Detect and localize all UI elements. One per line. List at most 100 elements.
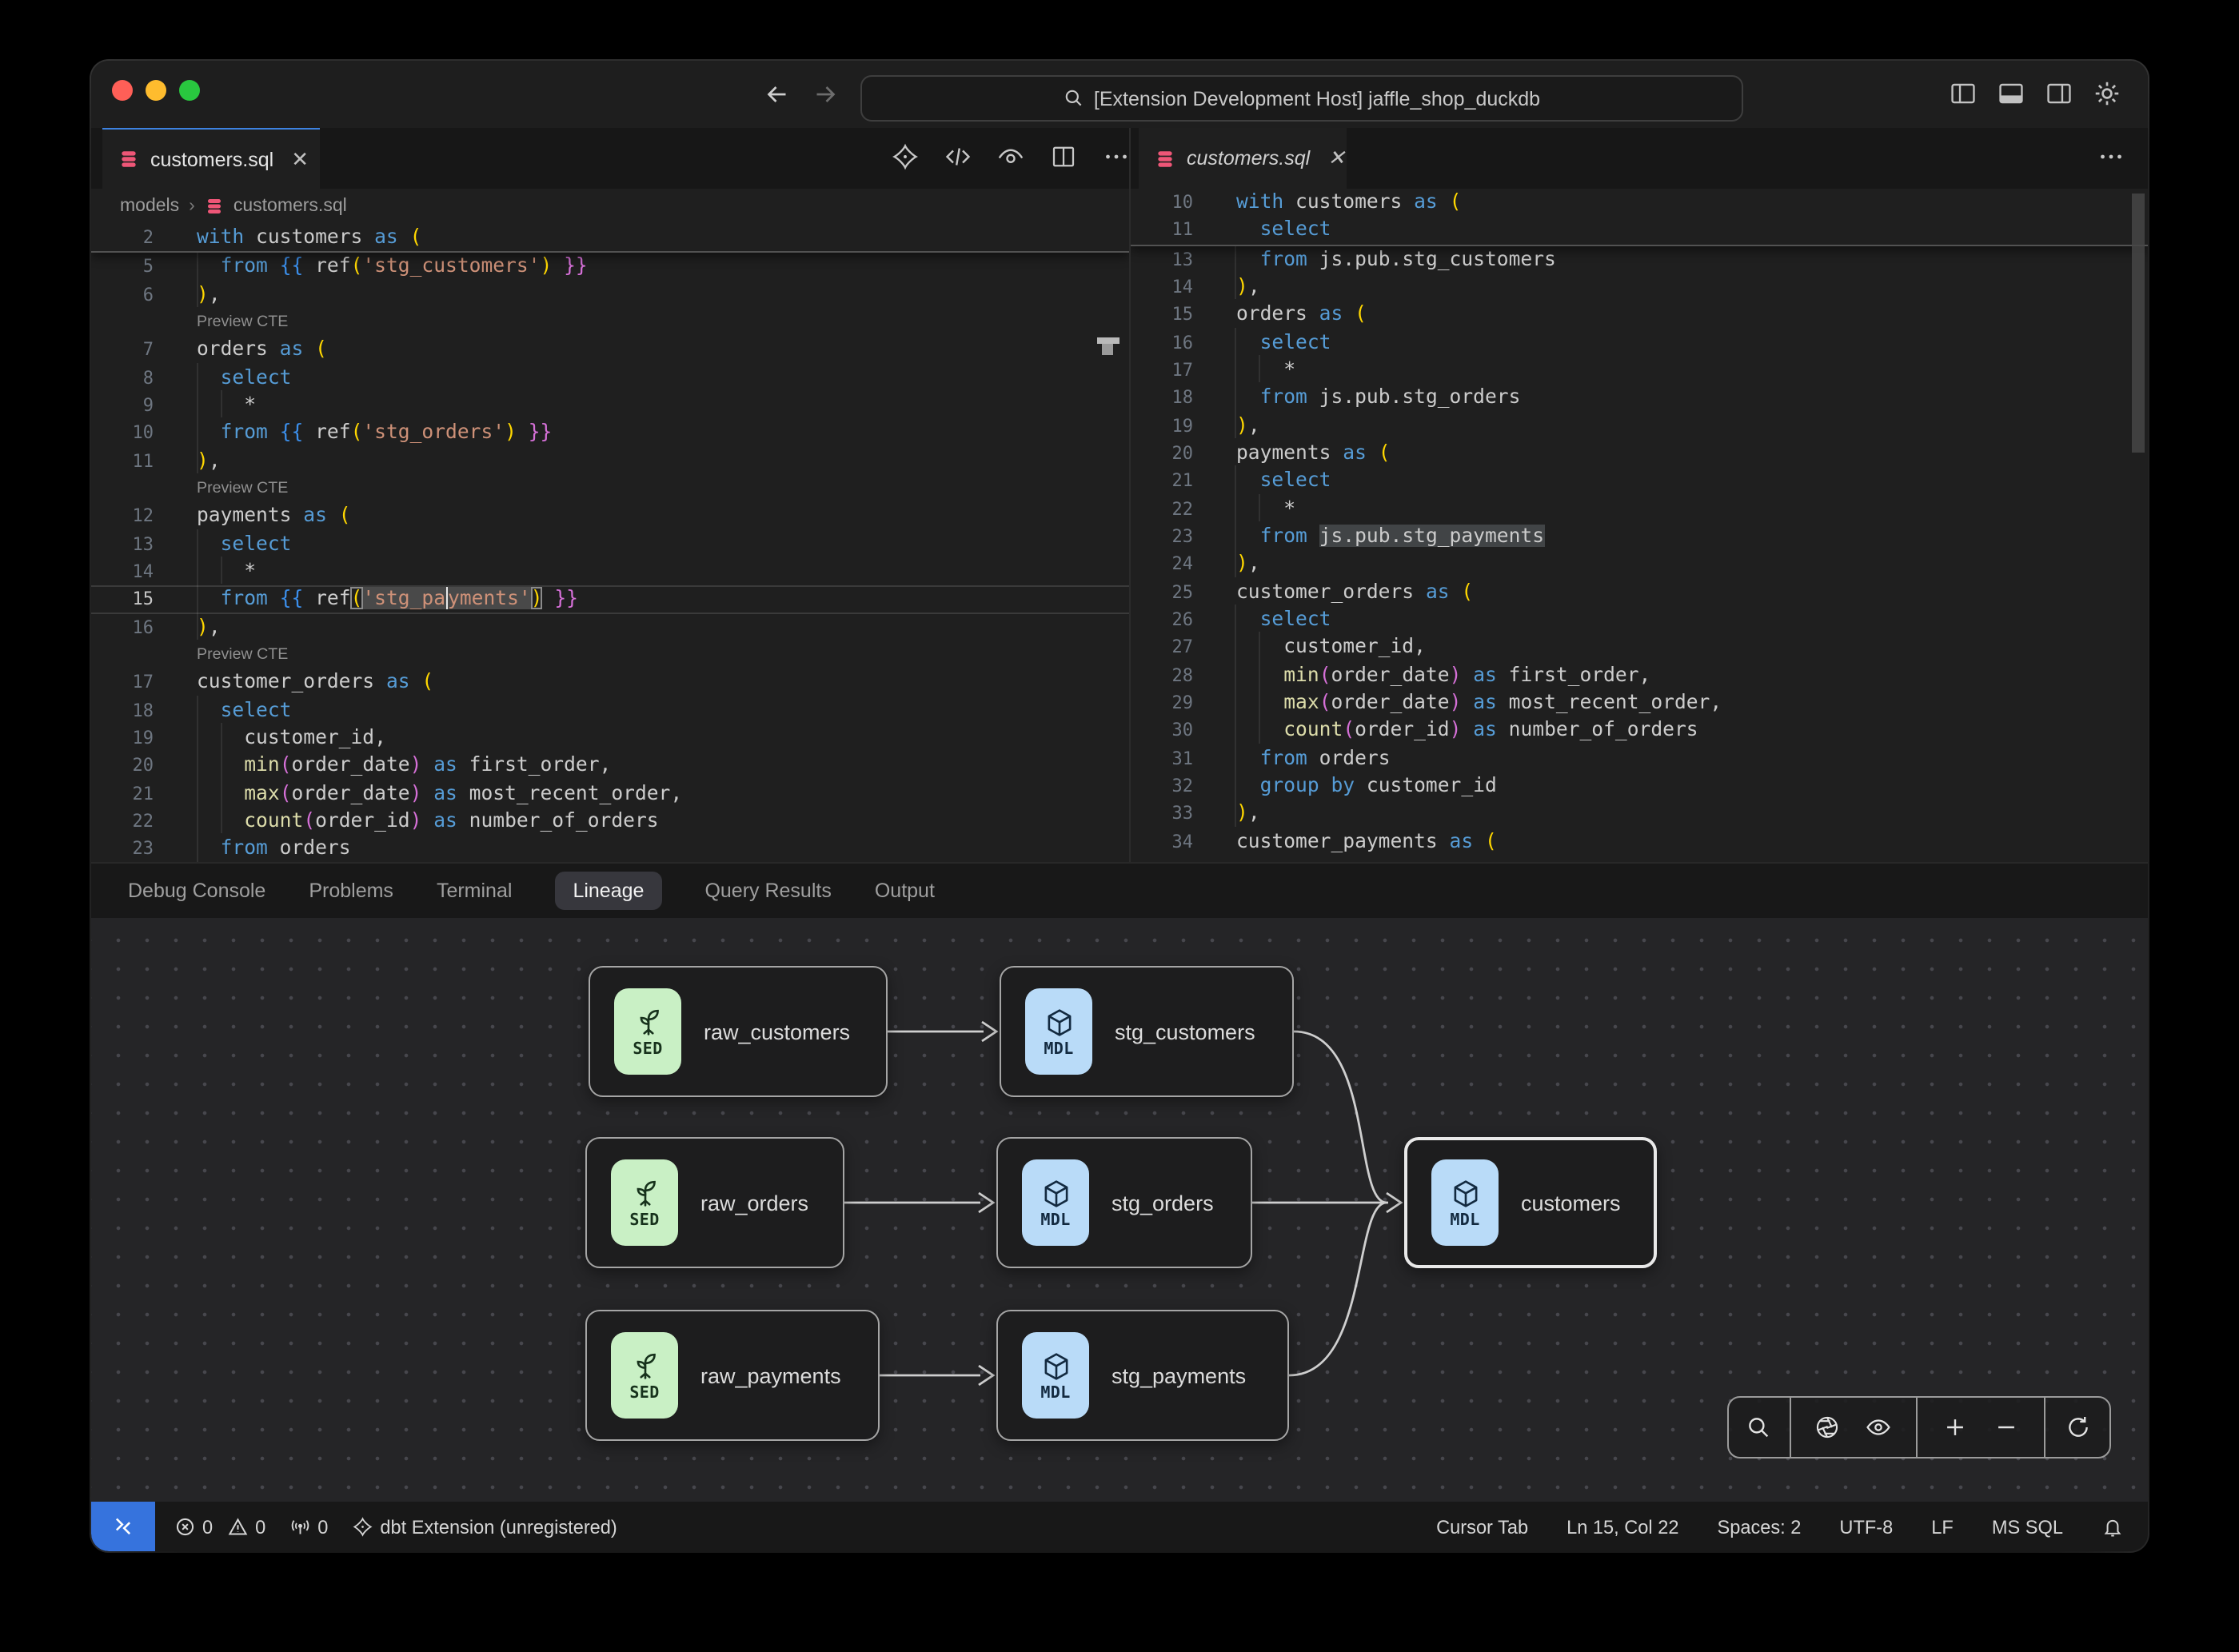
more-actions-icon[interactable] xyxy=(1102,142,1131,171)
code-line[interactable]: 23 from js.pub.stg_payments xyxy=(1131,523,2148,551)
code-line[interactable]: 24), xyxy=(1131,551,2148,579)
status-item-lf[interactable]: LF xyxy=(1931,1515,1954,1538)
code-line[interactable]: 32 group by customer_id xyxy=(1131,772,2148,800)
lineage-canvas[interactable]: SEDraw_customers MDLstg_customers SEDraw_o… xyxy=(91,918,2148,1503)
code-line[interactable]: 16 select xyxy=(1131,329,2148,357)
tab-customers-sql-right[interactable]: customers.sql ✕ xyxy=(1139,128,1347,189)
code-line[interactable]: 25customer_orders as ( xyxy=(1131,578,2148,606)
status-item-spaces-2[interactable]: Spaces: 2 xyxy=(1717,1515,1801,1538)
zoom-window-button[interactable] xyxy=(179,80,200,101)
code-line[interactable]: 13 select xyxy=(91,530,1129,558)
code-line[interactable]: 16), xyxy=(91,613,1129,641)
code-line[interactable]: 28 min(order_date) as first_order, xyxy=(1131,661,2148,689)
close-tab-icon[interactable]: ✕ xyxy=(291,146,309,172)
code-line[interactable]: 12payments as ( xyxy=(91,503,1129,531)
panel-tab-output[interactable]: Output xyxy=(875,880,935,902)
status-item-ln-15-col-22[interactable]: Ln 15, Col 22 xyxy=(1567,1515,1678,1538)
editor-pane-source[interactable]: 2with customers as ( 5 from {{ ref('stg_… xyxy=(91,224,1129,862)
navigate-forward-icon[interactable] xyxy=(811,80,840,109)
lineage-node-raw_customers[interactable]: SEDraw_customers xyxy=(589,966,888,1097)
code-line[interactable]: 17 * xyxy=(1131,357,2148,385)
code-line[interactable]: 19 customer_id, xyxy=(91,724,1129,752)
toggle-primary-sidebar-icon[interactable] xyxy=(1948,78,1978,109)
lineage-node-stg_customers[interactable]: MDLstg_customers xyxy=(1000,966,1294,1097)
more-actions-icon[interactable] xyxy=(2097,142,2125,171)
panel-tab-debug-console[interactable]: Debug Console xyxy=(128,880,265,902)
code-line[interactable]: 23 from orders xyxy=(91,835,1129,862)
code-line[interactable]: 2with customers as ( xyxy=(91,224,1129,252)
aperture-icon[interactable] xyxy=(1814,1414,1842,1441)
code-line[interactable]: 31 from orders xyxy=(1131,744,2148,772)
remote-indicator[interactable] xyxy=(91,1502,155,1551)
code-line[interactable]: 10with customers as ( xyxy=(1131,189,2148,217)
code-line[interactable]: 20payments as ( xyxy=(1131,440,2148,468)
breadcrumb-file[interactable]: customers.sql xyxy=(233,197,347,216)
code-line[interactable]: 7orders as ( xyxy=(91,337,1129,365)
panel-tab-problems[interactable]: Problems xyxy=(309,880,393,902)
compiled-code-icon[interactable] xyxy=(944,142,972,171)
codelens-row[interactable]: Preview CTE xyxy=(91,475,1129,503)
problems-status[interactable]: 0 0 xyxy=(174,1515,265,1538)
code-line[interactable]: 22 * xyxy=(1131,495,2148,523)
editor-pane-compiled[interactable]: 10with customers as (11 select 13 from j… xyxy=(1131,189,2148,862)
split-editor-icon[interactable] xyxy=(1049,142,1078,171)
lineage-node-stg_orders[interactable]: MDLstg_orders xyxy=(996,1137,1252,1268)
zoom-out-icon[interactable] xyxy=(1993,1414,2020,1441)
code-line[interactable]: 10 from {{ ref('stg_orders') }} xyxy=(91,420,1129,448)
close-window-button[interactable] xyxy=(112,80,133,101)
panel-tab-terminal[interactable]: Terminal xyxy=(437,880,513,902)
settings-gear-icon[interactable] xyxy=(2092,78,2122,109)
search-icon[interactable] xyxy=(1746,1414,1773,1441)
code-line[interactable]: 11 select xyxy=(1131,217,2148,245)
refresh-icon[interactable] xyxy=(2064,1414,2091,1441)
status-item-utf-8[interactable]: UTF-8 xyxy=(1839,1515,1893,1538)
code-line[interactable]: 9 * xyxy=(91,392,1129,420)
command-center-search[interactable]: [Extension Development Host] jaffle_shop… xyxy=(860,75,1743,122)
close-tab-icon[interactable]: ✕ xyxy=(1327,146,1345,171)
dbt-extension-status[interactable]: dbt Extension (unregistered) xyxy=(352,1515,617,1538)
code-line[interactable]: 21 select xyxy=(1131,468,2148,496)
code-line[interactable]: 34customer_payments as ( xyxy=(1131,828,2148,856)
code-line[interactable]: 14), xyxy=(1131,273,2148,301)
code-line[interactable]: 22 count(order_id) as number_of_orders xyxy=(91,808,1129,836)
breadcrumb-folder[interactable]: models xyxy=(120,197,179,216)
status-item-cursor-tab[interactable]: Cursor Tab xyxy=(1436,1515,1528,1538)
notifications-bell-icon[interactable] xyxy=(2101,1515,2124,1538)
panel-tab-query-results[interactable]: Query Results xyxy=(704,880,831,902)
code-line[interactable]: 15 from {{ ref('stg_payments') }} xyxy=(91,586,1129,614)
tab-customers-sql-left[interactable]: customers.sql ✕ xyxy=(102,128,320,189)
code-line[interactable]: 18 from js.pub.stg_orders xyxy=(1131,385,2148,413)
codelens-preview-cte-link[interactable]: Preview CTE xyxy=(197,641,288,669)
lineage-node-raw_orders[interactable]: SEDraw_orders xyxy=(585,1137,844,1268)
toggle-secondary-sidebar-icon[interactable] xyxy=(2044,78,2074,109)
code-line[interactable]: 11), xyxy=(91,447,1129,475)
lineage-node-customers[interactable]: MDLcustomers xyxy=(1404,1137,1657,1268)
lineage-node-stg_payments[interactable]: MDLstg_payments xyxy=(996,1310,1289,1441)
zoom-in-icon[interactable] xyxy=(1942,1414,1969,1441)
code-line[interactable]: 21 max(order_date) as most_recent_order, xyxy=(91,780,1129,808)
codelens-preview-cte-link[interactable]: Preview CTE xyxy=(197,309,288,337)
scrollbar-thumb[interactable] xyxy=(2132,194,2145,453)
code-line[interactable]: 8 select xyxy=(91,364,1129,392)
open-preview-eye-icon[interactable] xyxy=(996,142,1025,171)
code-line[interactable]: 27 customer_id, xyxy=(1131,634,2148,662)
code-line[interactable]: 26 select xyxy=(1131,606,2148,634)
codelens-preview-cte-link[interactable]: Preview CTE xyxy=(197,475,288,503)
code-line[interactable]: 17customer_orders as ( xyxy=(91,669,1129,697)
eye-icon[interactable] xyxy=(1865,1414,1892,1441)
dbt-power-user-icon[interactable] xyxy=(891,142,920,171)
code-line[interactable]: 20 min(order_date) as first_order, xyxy=(91,752,1129,780)
code-line[interactable]: 6), xyxy=(91,281,1129,309)
code-line[interactable]: 18 select xyxy=(91,696,1129,724)
code-line[interactable]: 5 from {{ ref('stg_customers') }} xyxy=(91,253,1129,281)
code-line[interactable]: 15orders as ( xyxy=(1131,301,2148,329)
code-line[interactable]: 29 max(order_date) as most_recent_order, xyxy=(1131,689,2148,717)
code-line[interactable]: 13 from js.pub.stg_customers xyxy=(1131,245,2148,273)
toggle-panel-icon[interactable] xyxy=(1996,78,2026,109)
codelens-row[interactable]: Preview CTE xyxy=(91,641,1129,669)
code-line[interactable]: 33), xyxy=(1131,800,2148,828)
code-line[interactable]: 14 * xyxy=(91,558,1129,586)
code-line[interactable]: 19), xyxy=(1131,412,2148,440)
code-line[interactable]: 30 count(order_id) as number_of_orders xyxy=(1131,716,2148,744)
navigate-back-icon[interactable] xyxy=(763,80,792,109)
